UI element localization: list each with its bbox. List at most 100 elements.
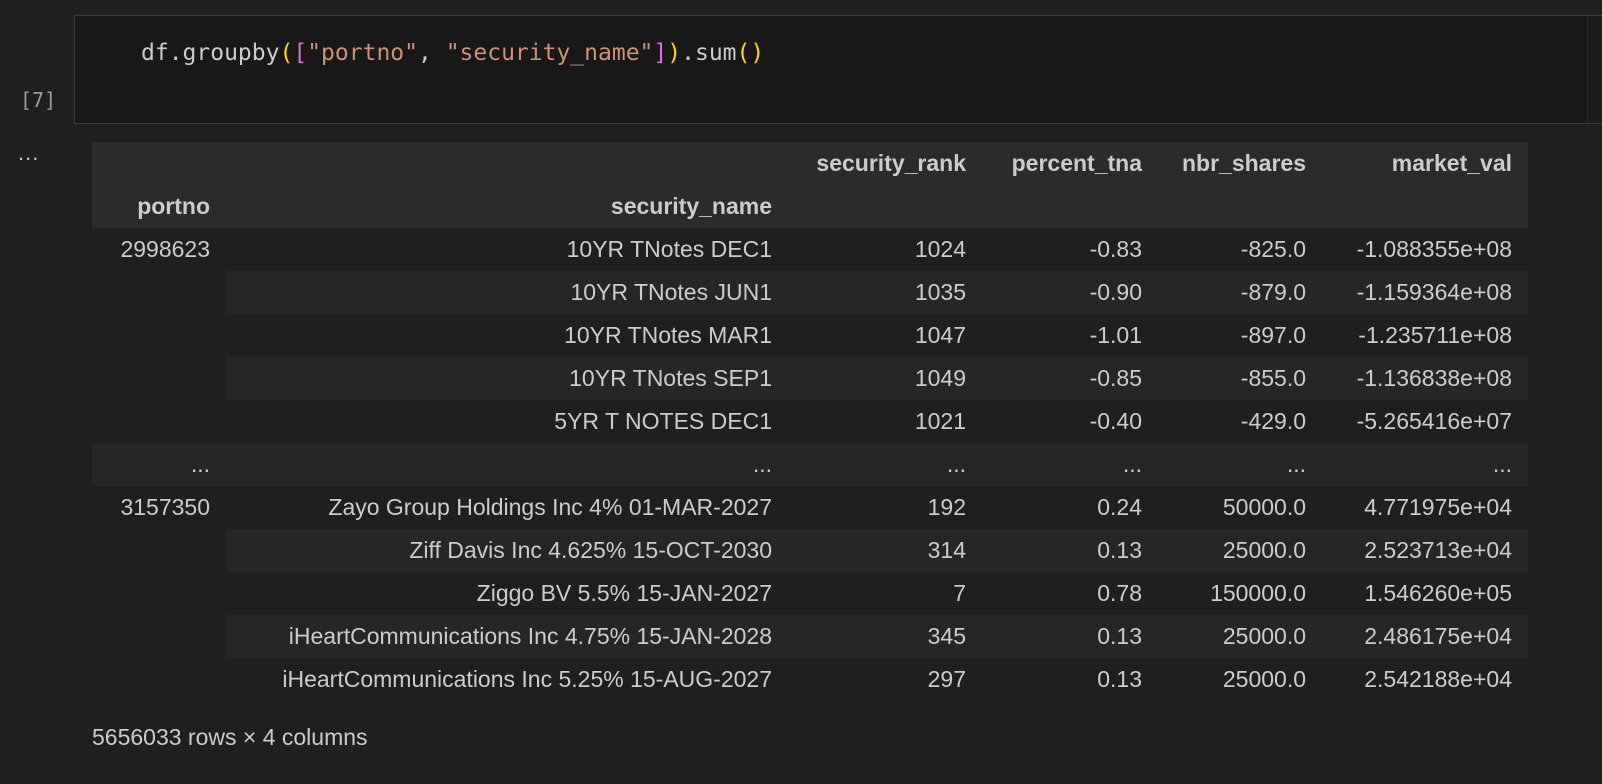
cell-percent-tna: -0.85 (982, 357, 1158, 400)
cell-market-val: -1.159364e+08 (1322, 271, 1528, 314)
header-blank (1322, 185, 1528, 228)
index-security-name: 10YR TNotes MAR1 (226, 314, 788, 357)
index-portno: 2998623 (92, 228, 226, 443)
cell-market-val: -5.265416e+07 (1322, 400, 1528, 443)
cell-nbr-shares: -429.0 (1158, 400, 1322, 443)
cell-percent-tna: 0.78 (982, 572, 1158, 615)
cell-percent-tna: 0.24 (982, 486, 1158, 529)
code-string-security-name: "security_name" (445, 40, 654, 66)
cell-percent-tna: -0.40 (982, 400, 1158, 443)
cell-nbr-shares: -879.0 (1158, 271, 1322, 314)
cell-percent-tna: -1.01 (982, 314, 1158, 357)
cell-security-rank: 345 (788, 615, 982, 658)
code-open-paren: ( (279, 40, 294, 66)
cell-market-val: -1.088355e+08 (1322, 228, 1528, 271)
column-header-row: security_rank percent_tna nbr_shares mar… (92, 142, 1528, 185)
cell-percent-tna: ... (982, 443, 1158, 486)
cell-nbr-shares: -825.0 (1158, 228, 1322, 271)
column-header: percent_tna (982, 142, 1158, 185)
index-security-name: ... (226, 443, 788, 486)
cell-nbr-shares: 25000.0 (1158, 658, 1322, 701)
cell-percent-tna: -0.90 (982, 271, 1158, 314)
dataframe-shape-summary: 5656033 rows × 4 columns (92, 724, 368, 750)
cell-nbr-shares: 25000.0 (1158, 615, 1322, 658)
index-name-header: portno (92, 185, 226, 228)
cell-nbr-shares: -897.0 (1158, 314, 1322, 357)
table-row: 3157350 Zayo Group Holdings Inc 4% 01-MA… (92, 486, 1528, 701)
cell-market-val: 2.486175e+04 (1322, 615, 1528, 658)
index-security-name: Zayo Group Holdings Inc 4% 01-MAR-2027 (226, 486, 788, 529)
index-security-name: 10YR TNotes DEC1 (226, 228, 788, 271)
header-blank (1158, 185, 1322, 228)
cell-nbr-shares: -855.0 (1158, 357, 1322, 400)
table-row: 10YR TNotes SEP1 1049 -0.85 -855.0 -1.13… (92, 357, 1528, 400)
cell-nbr-shares: 150000.0 (1158, 572, 1322, 615)
code-open-bracket: [ (293, 40, 308, 66)
code-prefix: df.groupby (141, 40, 280, 66)
index-security-name: Ziggo BV 5.5% 15-JAN-2027 (226, 572, 788, 615)
table-row: Ziggo BV 5.5% 15-JAN-2027 7 0.78 150000.… (92, 572, 1528, 615)
table-row: iHeartCommunications Inc 5.25% 15-AUG-20… (92, 658, 1528, 701)
code-close-paren: ) (667, 40, 682, 66)
cell-security-rank: 1024 (788, 228, 982, 271)
cell-percent-tna: 0.13 (982, 658, 1158, 701)
code-cell-editor[interactable]: df.groupby(["portno", "security_name"]).… (74, 15, 1602, 124)
table-row: 10YR TNotes JUN1 1035 -0.90 -879.0 -1.15… (92, 271, 1528, 314)
cell-percent-tna: 0.13 (982, 615, 1158, 658)
cell-percent-tna: -0.83 (982, 228, 1158, 271)
column-header: market_val (1322, 142, 1528, 185)
dataframe-output-table: security_rank percent_tna nbr_shares mar… (92, 142, 1528, 701)
cell-market-val: 2.542188e+04 (1322, 658, 1528, 701)
code-method: .sum (681, 40, 737, 66)
code-string-portno: "portno" (307, 40, 418, 66)
cell-market-val: -1.136838e+08 (1322, 357, 1528, 400)
cell-security-rank: 7 (788, 572, 982, 615)
cell-security-rank: 314 (788, 529, 982, 572)
header-blank (788, 185, 982, 228)
code-close-bracket: ] (653, 40, 668, 66)
cell-market-val: 2.523713e+04 (1322, 529, 1528, 572)
cell-security-rank: 1021 (788, 400, 982, 443)
index-name-header: security_name (226, 185, 788, 228)
table-row: Ziff Davis Inc 4.625% 15-OCT-2030 314 0.… (92, 529, 1528, 572)
cell-market-val: -1.235711e+08 (1322, 314, 1528, 357)
table-row: 5YR T NOTES DEC1 1021 -0.40 -429.0 -5.26… (92, 400, 1528, 443)
cell-security-rank: 297 (788, 658, 982, 701)
editor-scrollbar[interactable] (1587, 16, 1602, 123)
cell-security-rank: 1035 (788, 271, 982, 314)
table-row: iHeartCommunications Inc 4.75% 15-JAN-20… (92, 615, 1528, 658)
header-blank (982, 185, 1158, 228)
column-header: security_rank (788, 142, 982, 185)
index-security-name: 10YR TNotes SEP1 (226, 357, 788, 400)
index-portno: 3157350 (92, 486, 226, 701)
code-call-parens: () (736, 40, 765, 66)
cell-market-val: ... (1322, 443, 1528, 486)
cell-security-rank: 1047 (788, 314, 982, 357)
index-portno: ... (92, 443, 226, 486)
index-security-name: iHeartCommunications Inc 4.75% 15-JAN-20… (226, 615, 788, 658)
execution-count: [7] (20, 88, 57, 112)
cell-nbr-shares: 25000.0 (1158, 529, 1322, 572)
cell-nbr-shares: ... (1158, 443, 1322, 486)
index-security-name: Ziff Davis Inc 4.625% 15-OCT-2030 (226, 529, 788, 572)
index-name-row: portno security_name (92, 185, 1528, 228)
column-header: nbr_shares (1158, 142, 1322, 185)
cell-security-rank: ... (788, 443, 982, 486)
cell-security-rank: 1049 (788, 357, 982, 400)
output-more-actions-icon[interactable]: ... (18, 140, 39, 166)
cell-security-rank: 192 (788, 486, 982, 529)
cell-nbr-shares: 50000.0 (1158, 486, 1322, 529)
code-line[interactable]: df.groupby(["portno", "security_name"]).… (141, 40, 764, 66)
header-blank (92, 142, 226, 185)
ellipsis-row: ... ... ... ... ... ... (92, 443, 1528, 486)
cell-market-val: 1.546260e+05 (1322, 572, 1528, 615)
header-blank (226, 142, 788, 185)
cell-market-val: 4.771975e+04 (1322, 486, 1528, 529)
index-security-name: 10YR TNotes JUN1 (226, 271, 788, 314)
index-security-name: iHeartCommunications Inc 5.25% 15-AUG-20… (226, 658, 788, 701)
cell-percent-tna: 0.13 (982, 529, 1158, 572)
code-comma: , (417, 40, 446, 66)
index-security-name: 5YR T NOTES DEC1 (226, 400, 788, 443)
table-row: 2998623 10YR TNotes DEC1 1024 -0.83 -825… (92, 228, 1528, 443)
table-row: 10YR TNotes MAR1 1047 -1.01 -897.0 -1.23… (92, 314, 1528, 357)
